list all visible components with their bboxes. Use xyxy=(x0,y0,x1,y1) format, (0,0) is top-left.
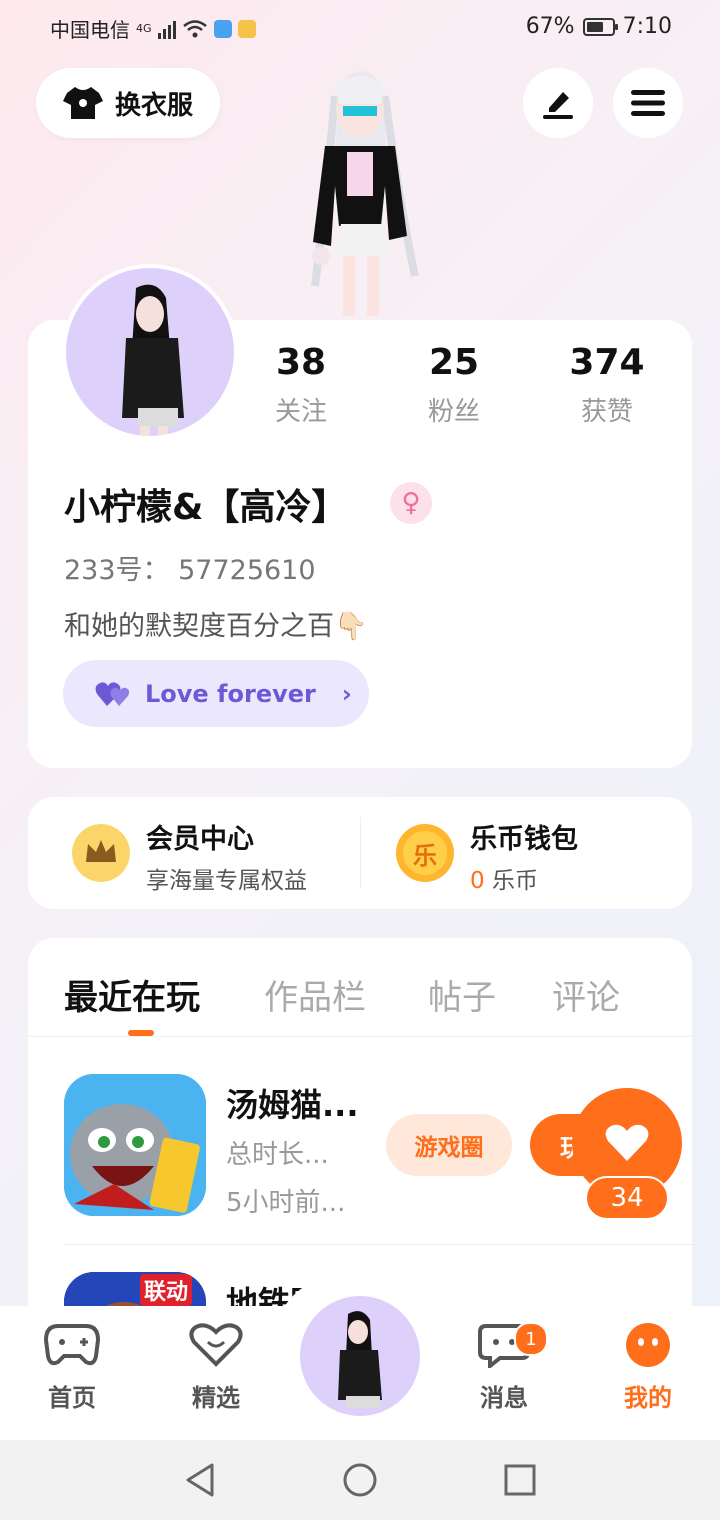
fans-count: 25 xyxy=(428,342,480,383)
shirt-icon xyxy=(62,87,103,119)
stat-following[interactable]: 38 关注 xyxy=(231,342,371,428)
nav-home-label: 首页 xyxy=(48,1384,96,1412)
fans-label: 粉丝 xyxy=(427,397,480,427)
talking-tom-art xyxy=(64,1074,206,1216)
menu-button[interactable] xyxy=(613,68,683,138)
mine-face-icon xyxy=(626,1323,670,1367)
game-last-played: 5小时前... xyxy=(226,1188,346,1218)
game-linkup-badge: 联动 xyxy=(140,1274,193,1306)
change-outfit-label: 换衣服 xyxy=(114,90,193,121)
gallery-icon xyxy=(237,19,256,38)
tab-works[interactable]: 作品栏 xyxy=(264,970,366,1019)
likes-label: 获赞 xyxy=(580,397,633,427)
game-title[interactable]: 汤姆猫... xyxy=(226,1080,358,1126)
coin-wallet-title: 乐币钱包 xyxy=(470,824,578,855)
back-icon[interactable] xyxy=(184,1462,216,1498)
gamepad-icon xyxy=(43,1324,101,1366)
nav-avatar-figure xyxy=(338,1311,382,1408)
member-center-subtitle: 享海量专属权益 xyxy=(146,868,307,894)
nav-mine[interactable]: 我的 xyxy=(598,1322,698,1413)
member-center-entry[interactable]: 会员中心 享海量专属权益 xyxy=(28,797,358,909)
nav-home[interactable]: 首页 xyxy=(22,1322,122,1413)
change-outfit-button[interactable]: 换衣服 xyxy=(36,68,220,138)
following-count: 38 xyxy=(275,342,327,383)
edit-button[interactable] xyxy=(523,68,593,138)
user-id: 233号： 57725610 xyxy=(64,555,316,586)
female-gender-icon: ♀ xyxy=(390,482,432,524)
game-circle-button[interactable]: 游戏圈 xyxy=(386,1114,512,1176)
nav-mine-label: 我的 xyxy=(624,1384,672,1412)
menu-icon xyxy=(631,90,665,116)
status-bar: 中国电信 4G 67% 7:10 xyxy=(0,0,720,56)
system-nav-bar xyxy=(0,1440,720,1520)
tab-divider xyxy=(28,1036,692,1037)
tab-posts[interactable]: 帖子 xyxy=(428,970,496,1019)
tab-comments[interactable]: 评论 xyxy=(552,970,620,1019)
battery-percent: 67% xyxy=(525,14,575,39)
crown-icon xyxy=(72,824,130,882)
nav-center-avatar[interactable] xyxy=(296,1292,424,1420)
coin-wallet-entry[interactable]: 乐 乐币钱包 0 乐币 xyxy=(360,797,692,909)
game-total-duration: 总时长... xyxy=(226,1140,329,1170)
wifi-icon xyxy=(182,19,207,37)
coin-icon: 乐 xyxy=(396,824,454,882)
home-circle-icon[interactable] xyxy=(342,1462,378,1498)
coin-unit: 乐币 xyxy=(491,868,538,894)
signal-icon xyxy=(157,19,176,39)
coin-amount: 0 xyxy=(470,868,485,894)
carrier-label: 中国电信 xyxy=(50,18,130,42)
battery-icon xyxy=(582,17,618,36)
row-divider xyxy=(64,1244,692,1245)
weather-icon xyxy=(213,19,232,38)
like-count-badge: 34 xyxy=(585,1176,669,1220)
member-center-title: 会员中心 xyxy=(146,824,254,855)
nav-messages-label: 消息 xyxy=(480,1384,528,1412)
network-label: 4G xyxy=(136,22,152,35)
chevron-right-icon: › xyxy=(341,679,352,708)
recents-square-icon[interactable] xyxy=(504,1464,536,1496)
heart-outline-icon xyxy=(189,1323,243,1367)
likes-count: 374 xyxy=(569,342,645,383)
avatar-character-illustration[interactable] xyxy=(285,56,435,321)
game-icon-talking-tom[interactable] xyxy=(64,1074,206,1216)
profile-avatar[interactable] xyxy=(62,264,238,440)
messages-unread-badge: 1 xyxy=(514,1322,548,1356)
double-heart-icon xyxy=(95,681,130,706)
nav-featured-label: 精选 xyxy=(192,1384,240,1412)
stat-likes[interactable]: 374 获赞 xyxy=(537,342,677,428)
edit-icon xyxy=(543,92,573,119)
username: 小柠檬&【高冷】 xyxy=(64,487,348,528)
following-label: 关注 xyxy=(274,397,327,427)
love-forever-label: Love forever xyxy=(145,679,316,708)
user-bio: 和她的默契度百分之百👇🏻 xyxy=(64,611,368,642)
stat-fans[interactable]: 25 粉丝 xyxy=(384,342,524,428)
nav-featured[interactable]: 精选 xyxy=(166,1322,266,1413)
coin-glyph: 乐 xyxy=(403,831,447,875)
clock: 7:10 xyxy=(622,14,672,39)
avatar-figure xyxy=(122,284,184,436)
heart-icon xyxy=(605,1124,649,1161)
tab-recently-played[interactable]: 最近在玩 xyxy=(64,970,200,1019)
love-forever-chip[interactable]: Love forever › xyxy=(63,660,369,727)
